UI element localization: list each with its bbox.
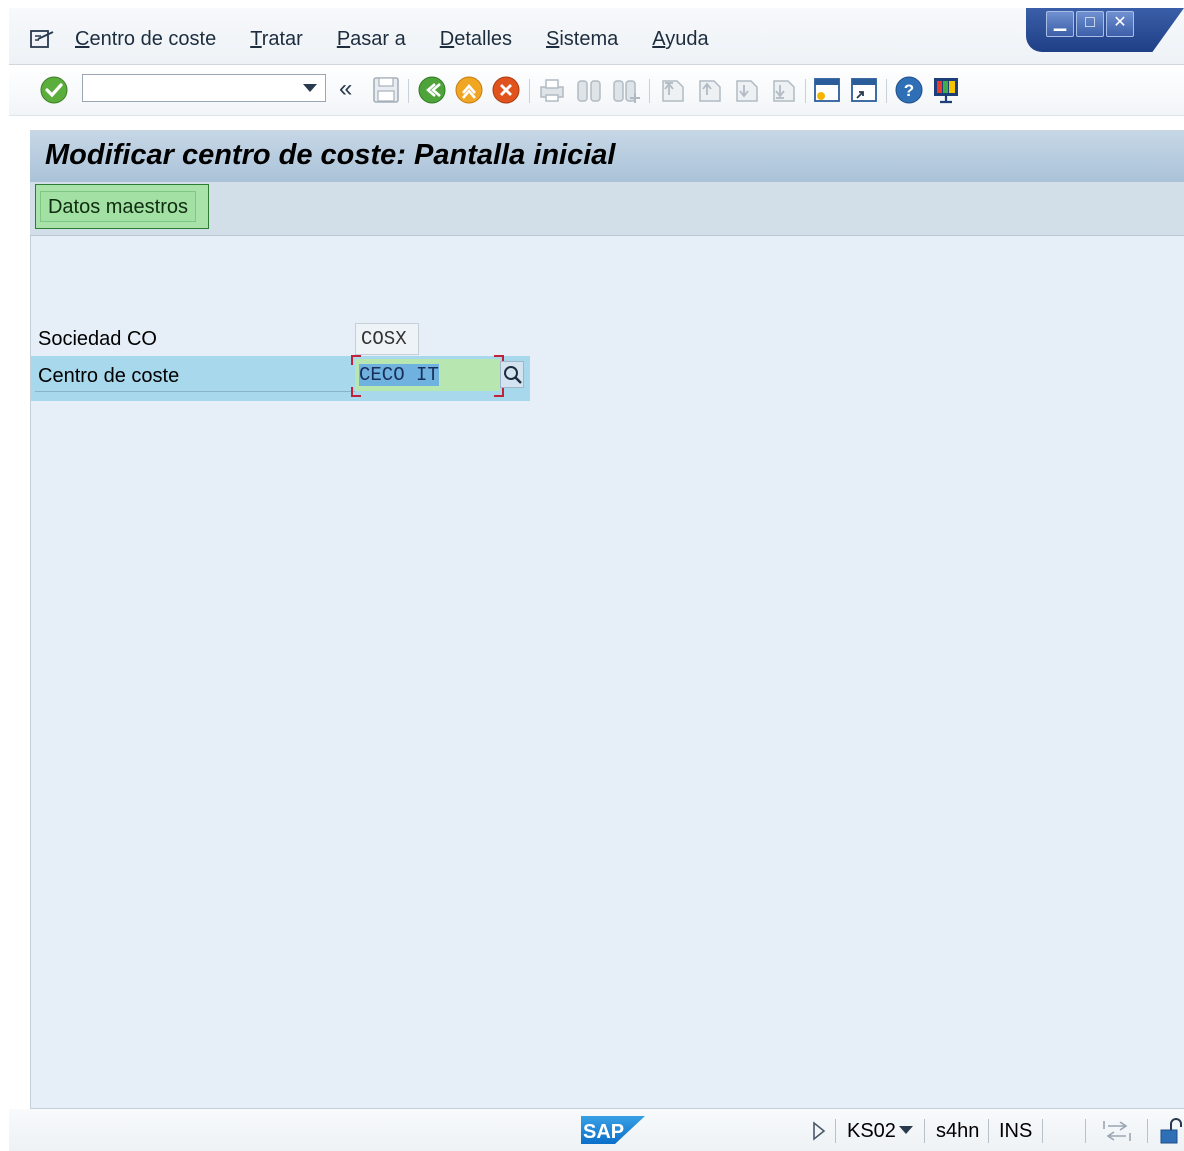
svg-text:SAP: SAP xyxy=(583,1121,624,1143)
menu-bar: Centro de coste Tratar Pasar a Detalles … xyxy=(9,8,1184,65)
command-dropdown-icon[interactable] xyxy=(303,84,317,92)
menu-exit-icon[interactable] xyxy=(29,28,55,50)
cost-center-value: CECO IT xyxy=(359,364,439,386)
master-data-button-label: Datos maestros xyxy=(40,191,196,222)
find-next-icon[interactable] xyxy=(611,75,641,105)
value-help-button[interactable] xyxy=(500,361,524,388)
unlock-icon[interactable] xyxy=(1159,1117,1184,1145)
status-bar: SAP KS02 s4hn INS xyxy=(9,1109,1184,1151)
status-expand-icon[interactable] xyxy=(812,1121,826,1141)
menu-tratar[interactable]: Tratar xyxy=(250,28,303,51)
standard-toolbar: « ? xyxy=(9,65,1184,116)
menu-pasar-a[interactable]: Pasar a xyxy=(337,28,406,51)
sap-logo-icon: SAP xyxy=(581,1116,645,1144)
window-controls: ▁ □ ✕ xyxy=(1026,8,1184,52)
new-session-icon[interactable] xyxy=(812,75,842,105)
menu-detalles[interactable]: Detalles xyxy=(440,28,512,51)
menu-centro-de-coste[interactable]: Centro de coste xyxy=(75,28,216,51)
insert-mode[interactable]: INS xyxy=(999,1120,1032,1143)
minimize-icon[interactable]: ▁ xyxy=(1046,11,1074,37)
master-data-button[interactable]: Datos maestros xyxy=(35,184,209,229)
save-icon[interactable] xyxy=(371,75,401,105)
application-toolbar: Datos maestros xyxy=(30,182,1184,236)
back-icon[interactable] xyxy=(417,75,447,105)
enter-check-icon[interactable] xyxy=(39,75,69,105)
title-bar: Modificar centro de coste: Pantalla inic… xyxy=(30,130,1184,183)
customize-layout-icon[interactable] xyxy=(931,75,961,105)
transaction-code: KS02 xyxy=(847,1120,896,1142)
previous-page-icon[interactable] xyxy=(694,75,724,105)
cost-center-input[interactable]: CECO IT xyxy=(355,359,500,391)
help-icon[interactable]: ? xyxy=(894,75,924,105)
shortcut-icon[interactable] xyxy=(849,75,879,105)
page-title: Modificar centro de coste: Pantalla inic… xyxy=(45,139,616,171)
cost-center-label: Centro de coste xyxy=(38,365,180,387)
cancel-icon[interactable] xyxy=(491,75,521,105)
magnifier-icon xyxy=(504,366,522,384)
collapse-command-icon[interactable]: « xyxy=(339,75,352,103)
command-field[interactable] xyxy=(82,74,326,102)
maximize-icon[interactable]: □ xyxy=(1076,11,1104,37)
menu-sistema[interactable]: Sistema xyxy=(546,28,618,51)
system-name: s4hn xyxy=(936,1120,980,1142)
row-divider xyxy=(35,391,355,392)
print-icon[interactable] xyxy=(537,75,567,105)
connection-icon xyxy=(1103,1121,1131,1141)
system-info-dropdown-icon[interactable] xyxy=(899,1126,913,1134)
close-icon[interactable]: ✕ xyxy=(1106,11,1134,37)
svg-text:?: ? xyxy=(904,81,914,100)
find-icon[interactable] xyxy=(574,75,604,105)
first-page-icon[interactable] xyxy=(657,75,687,105)
company-code-field[interactable]: COSX xyxy=(355,323,419,355)
menu-ayuda[interactable]: Ayuda xyxy=(652,28,708,51)
exit-icon[interactable] xyxy=(454,75,484,105)
last-page-icon[interactable] xyxy=(768,75,798,105)
company-code-label: Sociedad CO xyxy=(38,328,157,350)
next-page-icon[interactable] xyxy=(731,75,761,105)
main-content: Sociedad CO COSX Centro de coste CECO IT xyxy=(30,236,1184,1109)
